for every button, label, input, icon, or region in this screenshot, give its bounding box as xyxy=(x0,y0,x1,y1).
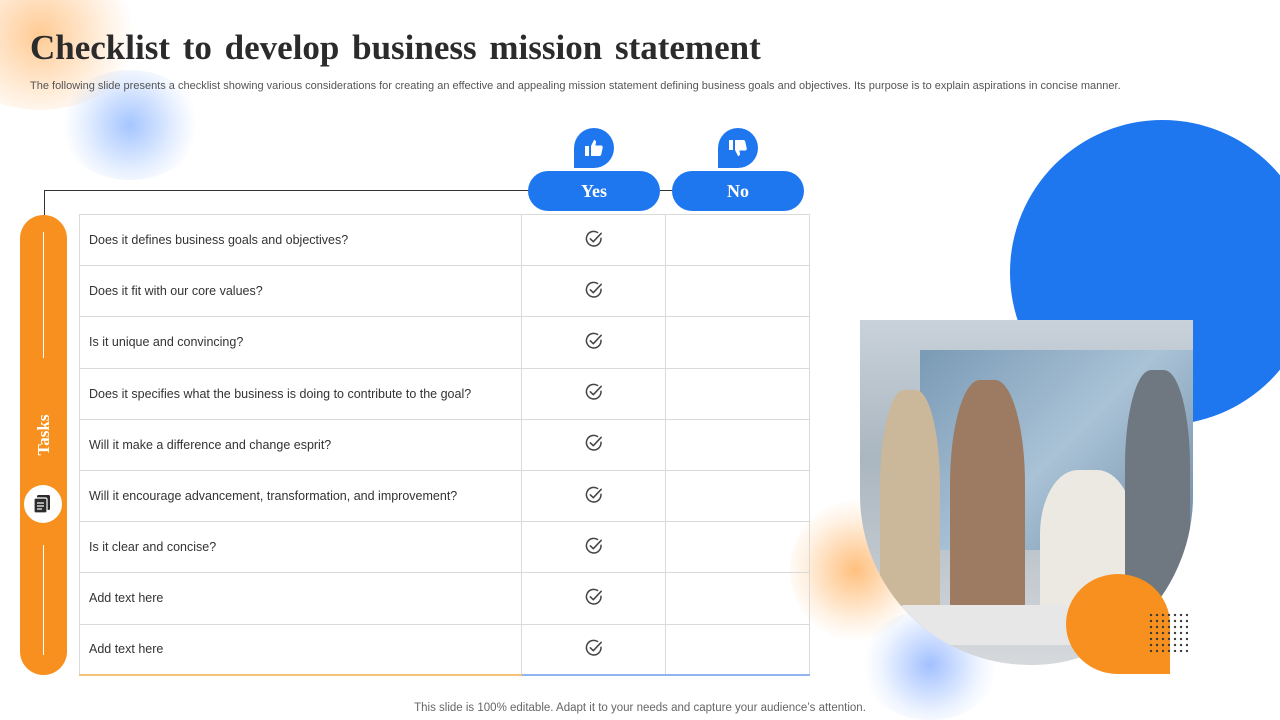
yes-column-header: Yes xyxy=(528,171,660,211)
checklist-row: Is it clear and concise? xyxy=(78,521,810,574)
checklist-row: Add text here xyxy=(78,572,810,625)
checklist-row: Is it unique and convincing? xyxy=(78,316,810,369)
sidebar-divider xyxy=(43,232,44,358)
task-text: Does it fit with our core values? xyxy=(78,265,523,318)
task-text: Will it make a difference and change esp… xyxy=(78,418,523,471)
thumbs-up-icon xyxy=(574,128,614,168)
yes-cell xyxy=(521,367,667,420)
check-circle-icon xyxy=(585,486,602,503)
checklist-row: Does it fit with our core values? xyxy=(78,265,810,318)
check-circle-icon xyxy=(585,332,602,349)
yes-cell xyxy=(521,316,667,369)
checklist-row: Will it make a difference and change esp… xyxy=(78,418,810,471)
no-cell xyxy=(665,316,810,369)
yes-cell xyxy=(521,623,667,677)
photo-person xyxy=(880,390,940,630)
yes-cell xyxy=(521,418,667,471)
yes-cell xyxy=(521,469,667,523)
task-text: Is it unique and convincing? xyxy=(78,316,523,369)
checklist-row: Does it specifies what the business is d… xyxy=(78,367,810,420)
no-cell xyxy=(665,572,810,625)
connector-line xyxy=(44,190,45,215)
task-text: Add text here xyxy=(78,572,523,625)
checklist-row: Does it defines business goals and objec… xyxy=(78,213,810,267)
sidebar-divider xyxy=(43,545,44,655)
no-cell xyxy=(665,213,810,267)
check-circle-icon xyxy=(585,383,602,400)
checklist-table: Does it defines business goals and objec… xyxy=(78,213,810,677)
footer-note: This slide is 100% editable. Adapt it to… xyxy=(414,702,866,714)
no-cell xyxy=(665,623,810,677)
no-cell xyxy=(665,367,810,420)
checklist-row: Will it encourage advancement, transform… xyxy=(78,469,810,523)
task-text: Does it defines business goals and objec… xyxy=(78,213,523,267)
check-circle-icon xyxy=(585,230,602,247)
checklist-row: Add text here xyxy=(78,623,810,677)
task-text: Will it encourage advancement, transform… xyxy=(78,469,523,523)
task-text: Add text here xyxy=(78,623,523,677)
no-cell xyxy=(665,469,810,523)
yes-cell xyxy=(521,521,667,574)
task-text: Is it clear and concise? xyxy=(78,521,523,574)
checklist-body: Does it defines business goals and objec… xyxy=(78,213,810,677)
check-circle-icon xyxy=(585,281,602,298)
photo-person xyxy=(950,380,1025,640)
photo-person xyxy=(1125,370,1190,610)
no-cell xyxy=(665,265,810,318)
document-stack-icon xyxy=(24,485,62,523)
yes-cell xyxy=(521,265,667,318)
no-cell xyxy=(665,418,810,471)
tasks-label: Tasks xyxy=(34,414,53,456)
page-subtitle: The following slide presents a checklist… xyxy=(30,80,1121,92)
yes-cell xyxy=(521,213,667,267)
no-column-header: No xyxy=(672,171,804,211)
check-circle-icon xyxy=(585,434,602,452)
yes-cell xyxy=(521,572,667,625)
thumbs-down-icon xyxy=(718,128,758,168)
connector-line xyxy=(44,190,530,191)
task-text: Does it specifies what the business is d… xyxy=(78,367,523,420)
check-circle-icon xyxy=(585,537,602,554)
page-title: Checklist to develop business mission st… xyxy=(30,28,761,67)
check-circle-icon xyxy=(585,639,602,656)
no-cell xyxy=(665,521,810,574)
check-circle-icon xyxy=(585,588,602,605)
decor-dot-grid xyxy=(1148,612,1188,652)
